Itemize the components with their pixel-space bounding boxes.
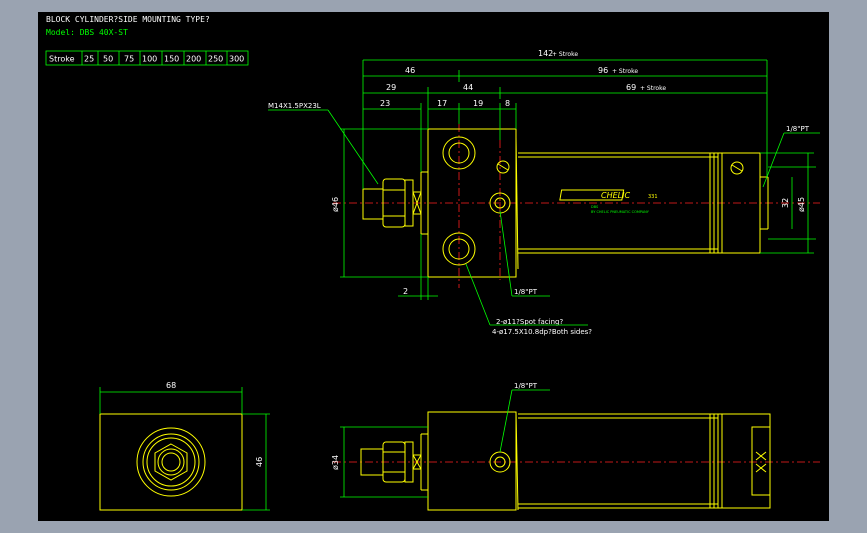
plate-line-2: BY CHELIC PNEUMATIC COMPANY — [591, 210, 650, 214]
port-callout-mid: 1/8"PT — [514, 288, 538, 296]
dim-96-suffix: + Stroke — [612, 68, 638, 75]
stroke-table-cell: 250 — [208, 55, 223, 64]
dim-142-suffix: + Stroke — [552, 51, 578, 58]
plate-line-1: DBS — [591, 205, 599, 209]
end-view: 68 46 — [99, 381, 270, 511]
dim-69-suffix: + Stroke — [640, 85, 666, 92]
stroke-table: Stroke 25 50 75 100 150 200 250 300 — [45, 50, 249, 66]
model-label: Model: DBS 40X-ST — [46, 28, 128, 37]
port-callout-bottom: 1/8"PT — [514, 382, 538, 390]
dim-29: 29 — [386, 83, 396, 92]
dim-32: 32 — [781, 198, 790, 208]
port-callout-top: 1/8"PT — [786, 125, 810, 133]
dim-19: 19 — [473, 99, 483, 108]
dim-46-side: 46 — [255, 457, 264, 467]
block-lower — [427, 411, 517, 511]
stroke-table-cell: 100 — [142, 55, 157, 64]
stroke-table-cell: 50 — [103, 55, 113, 64]
dim-17: 17 — [437, 99, 447, 108]
dim-23: 23 — [380, 99, 390, 108]
dim-phi34: ø34 — [331, 455, 340, 470]
dim-46: 46 — [405, 66, 415, 75]
hole-callout-2: 4-ø17.5X10.8dp?Both sides? — [492, 328, 592, 336]
drawing-canvas[interactable]: BLOCK CYLINDER?SIDE MOUNTING TYPE? Model… — [38, 12, 829, 521]
dim-phi45: ø45 — [797, 197, 806, 212]
stroke-table-cell: 200 — [186, 55, 201, 64]
side-view-lower: ø34 1/8"PT — [331, 382, 820, 511]
stroke-table-cell: 300 — [229, 55, 244, 64]
side-view-upper: CHELIC 331 DBS BY CHELIC PNEUMATIC COMPA… — [268, 49, 820, 336]
dim-68: 68 — [166, 381, 176, 390]
dim-69: 69 — [626, 83, 636, 92]
drawing-title: BLOCK CYLINDER?SIDE MOUNTING TYPE? — [46, 15, 210, 24]
piston-rod-end — [362, 188, 384, 220]
dim-142: 142 — [538, 49, 553, 58]
brand-logo: CHELIC — [601, 191, 630, 200]
stroke-table-cell: 150 — [164, 55, 179, 64]
brand-plate: CHELIC 331 DBS BY CHELIC PNEUMATIC COMPA… — [559, 189, 658, 214]
cad-drawing: BLOCK CYLINDER?SIDE MOUNTING TYPE? Model… — [45, 15, 820, 511]
stroke-table-header: Stroke — [49, 55, 75, 64]
dim-phi46: ø46 — [331, 197, 340, 212]
thread-callout: M14X1.5PX23L — [268, 102, 321, 110]
dim-44: 44 — [463, 83, 473, 92]
rear-cap-lower — [717, 413, 771, 509]
dim-2: 2 — [403, 287, 408, 296]
window-frame: BLOCK CYLINDER?SIDE MOUNTING TYPE? Model… — [0, 0, 867, 533]
brand-number: 331 — [648, 194, 658, 200]
stroke-table-cell: 25 — [84, 55, 94, 64]
stroke-table-cell: 75 — [124, 55, 134, 64]
dim-8: 8 — [505, 99, 510, 108]
dim-96: 96 — [598, 66, 608, 75]
